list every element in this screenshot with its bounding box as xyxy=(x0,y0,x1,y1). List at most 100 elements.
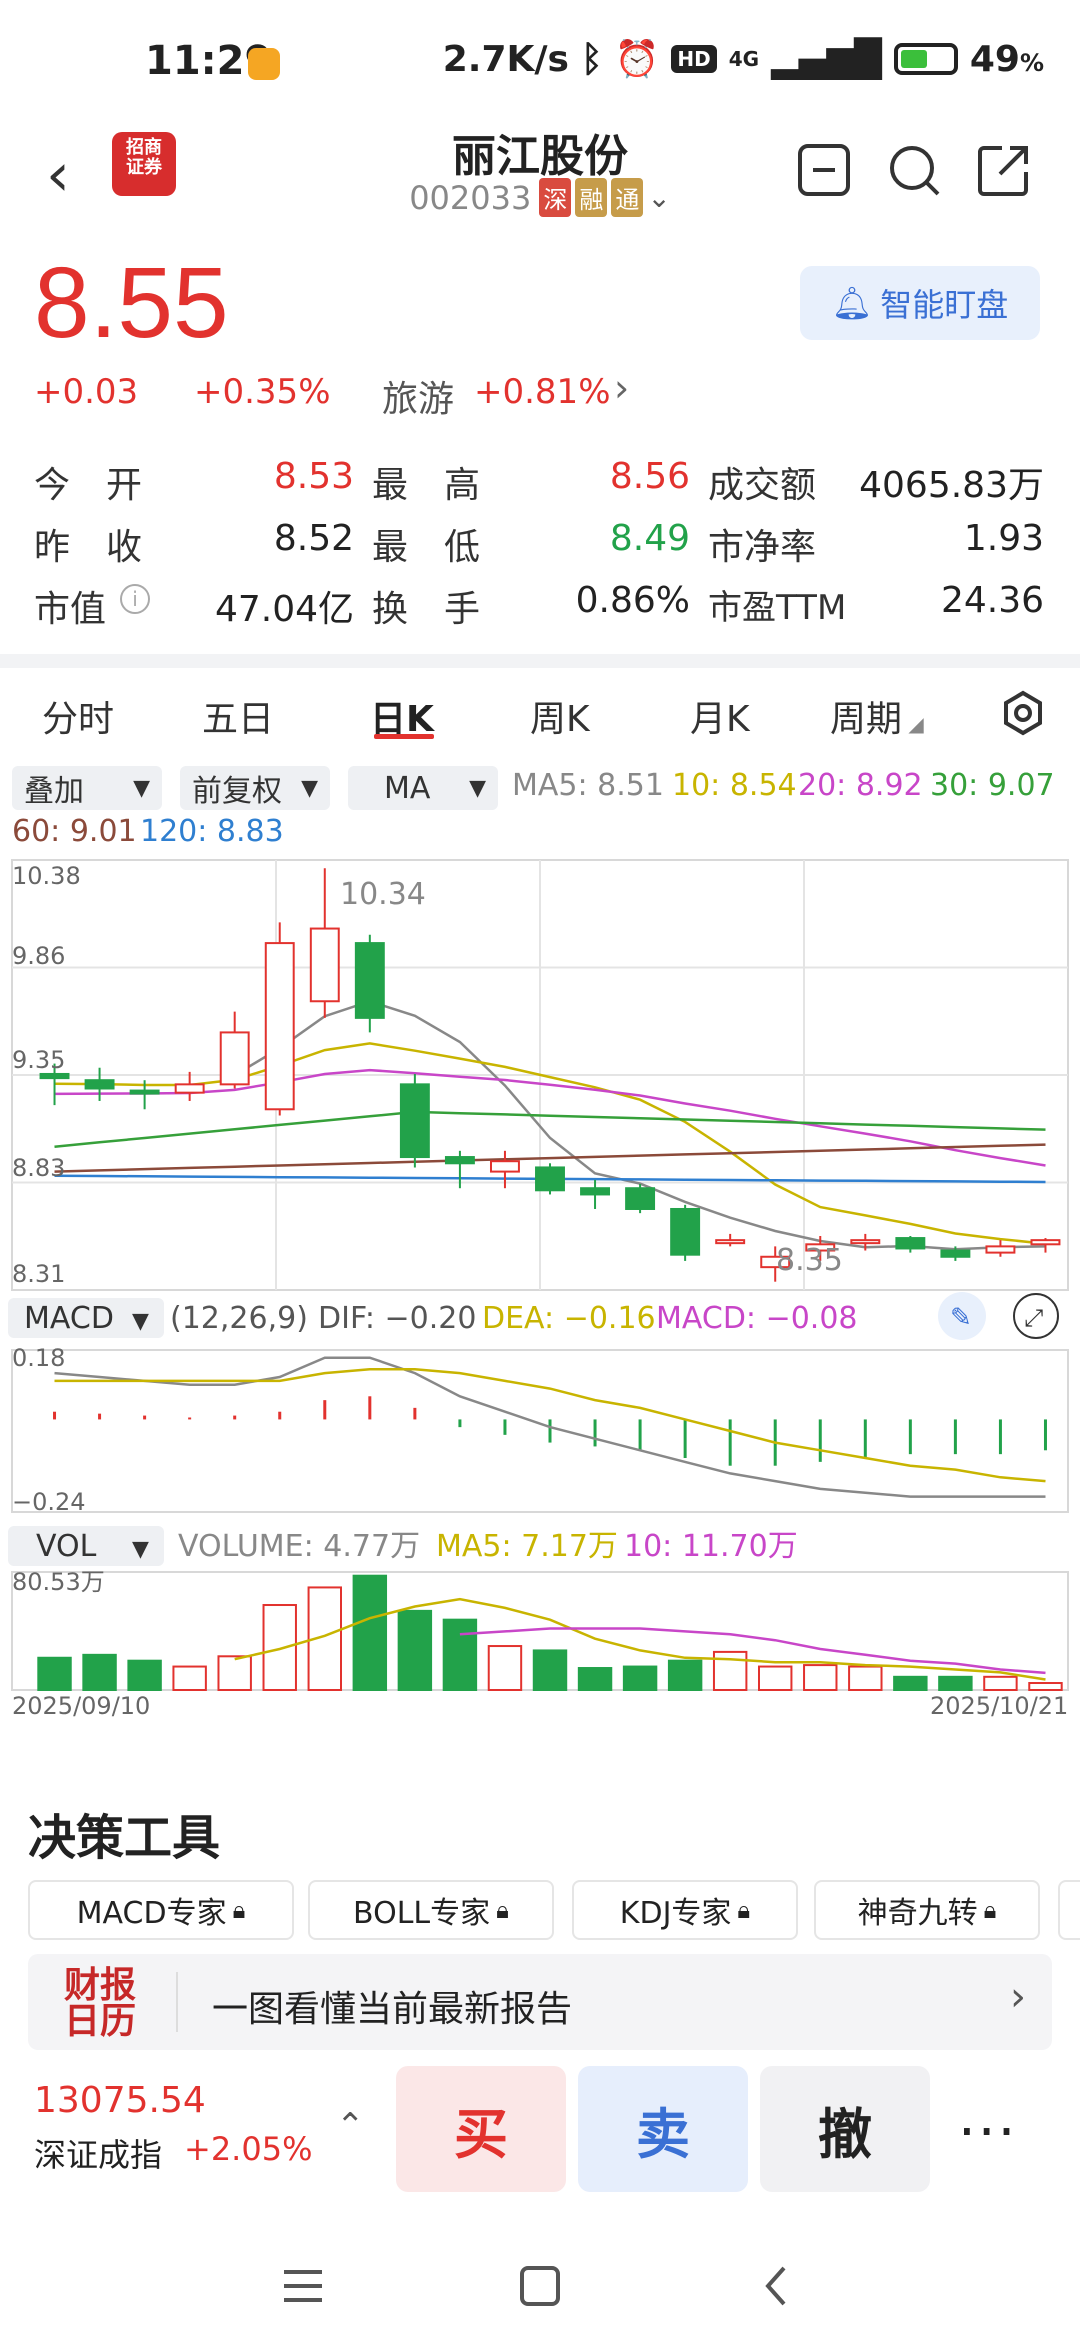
candle-body xyxy=(219,1031,250,1086)
overlay-select[interactable]: 叠加 ▼ xyxy=(12,766,162,810)
smart-watch-button[interactable]: 🔔︎ 智能盯盘 xyxy=(800,266,1040,340)
kline-y-label: 8.31 xyxy=(12,1260,65,1288)
share-icon[interactable] xyxy=(976,142,1032,198)
macd-dea: DEA: −0.16 xyxy=(482,1301,656,1336)
battery-icon xyxy=(893,43,958,75)
price-change: +0.03 xyxy=(34,372,139,412)
index-value[interactable]: 13075.54 xyxy=(34,2080,206,2121)
index-change[interactable]: +2.05% xyxy=(184,2130,312,2168)
vol-y-label: 80.53万 xyxy=(12,1568,105,1596)
nav-back-icon[interactable] xyxy=(765,2266,786,2306)
index-name[interactable]: 深证成指 xyxy=(34,2130,162,2176)
vol-bar xyxy=(848,1665,883,1691)
expand-arrows-icon: ⤢ xyxy=(1024,1304,1043,1332)
price-change-pct: +0.35% xyxy=(194,372,331,412)
search-icon[interactable] xyxy=(886,142,942,198)
ma10-line xyxy=(54,1042,1046,1245)
vol-bar xyxy=(893,1675,928,1692)
stat-value: 8.52 xyxy=(273,518,354,559)
candle-body xyxy=(670,1207,701,1256)
kline-high-label: 10.34 xyxy=(340,877,426,912)
chip-td-nine[interactable]: 神奇九转 🔒︎ xyxy=(814,1880,1040,1940)
signal-icon: ▂▄▆█ xyxy=(771,38,882,80)
pencil-icon: ✎ xyxy=(950,1303,972,1333)
section-divider xyxy=(0,654,1080,668)
macd-params: (12,26,9) xyxy=(170,1301,308,1336)
ma5-value: MA5: 8.51 xyxy=(512,768,664,803)
tab-weekly-k[interactable]: 周K xyxy=(530,690,590,742)
cancel-order-button[interactable]: 撤 xyxy=(760,2066,930,2192)
candle-body xyxy=(715,1239,746,1245)
chip-macd-expert[interactable]: MACD专家 🔒︎ xyxy=(28,1880,294,1940)
buy-button[interactable]: 买 xyxy=(396,2066,566,2192)
vol-select-label: VOL xyxy=(36,1529,97,1564)
tab-monthly-k[interactable]: 月K xyxy=(690,690,750,742)
report-calendar-logo: 财报 日历 xyxy=(64,1965,137,2042)
vol-bar xyxy=(442,1618,478,1691)
more-icon[interactable]: ··· xyxy=(958,2100,1017,2165)
stat-label: 市净率 xyxy=(708,527,817,568)
ma60-value: 60: 9.01 xyxy=(12,814,137,849)
tab-five-day[interactable]: 五日 xyxy=(202,690,274,742)
stat-label: 市值 xyxy=(34,589,107,630)
chevron-right-icon: › xyxy=(1010,1974,1026,2020)
tab-intraday[interactable]: 分时 xyxy=(42,690,114,742)
kline-y-label: 8.83 xyxy=(12,1154,65,1182)
chevron-right-icon[interactable]: › xyxy=(614,366,629,410)
stat-label: 换 手 xyxy=(372,589,481,630)
stat-value: 8.53 xyxy=(273,456,354,497)
candle-body xyxy=(444,1156,475,1165)
vol-bar xyxy=(487,1645,523,1691)
stat-label: 昨 收 xyxy=(34,527,143,568)
date-end-label: 2025/10/21 xyxy=(930,1692,1068,1720)
chip-kdj-expert[interactable]: KDJ专家 🔒︎ xyxy=(572,1880,798,1940)
vol-bar xyxy=(1028,1682,1063,1692)
sector-name[interactable]: 旅游 xyxy=(382,370,454,422)
chevron-up-icon[interactable]: ⌃ xyxy=(336,2106,365,2146)
vol-bar xyxy=(127,1659,162,1692)
adjust-select[interactable]: 前复权 ▼ xyxy=(180,766,330,810)
ma120-value: 120: 8.83 xyxy=(140,814,284,849)
candle-body xyxy=(625,1187,656,1210)
tab-period[interactable]: 周期 ◢ xyxy=(830,690,924,742)
settings-icon[interactable] xyxy=(1000,690,1046,736)
report-banner[interactable]: 财报 日历 一图看懂当前最新报告 › xyxy=(28,1954,1052,2050)
vol-bar xyxy=(82,1653,117,1692)
vol-bar xyxy=(217,1655,252,1692)
home-icon[interactable] xyxy=(520,2266,560,2306)
dif-line xyxy=(54,1356,1046,1498)
kline-chart[interactable]: 10.38 9.86 9.35 8.83 8.31 10.34 8.35 MAC… xyxy=(0,850,1080,1750)
chevron-down-icon: ⌄ xyxy=(647,181,671,214)
vol-bar xyxy=(622,1665,658,1691)
status-right: 2.7K/s ᛒ ⏰ HD 4G ▂▄▆█ 49% xyxy=(443,38,1044,81)
candle-body xyxy=(895,1237,926,1250)
candle-body xyxy=(580,1187,611,1196)
minimize-icon[interactable] xyxy=(796,142,852,198)
banner-text: 一图看懂当前最新报告 xyxy=(212,1989,573,2030)
caret-down-icon: ▼ xyxy=(132,1309,149,1334)
sector-change-pct[interactable]: +0.81% xyxy=(474,372,611,412)
candle-body xyxy=(1030,1239,1061,1246)
stock-code: 002033 xyxy=(409,178,532,217)
banner-divider xyxy=(176,1972,178,2032)
stats-row-3: 市值 i 47.04亿 换 手 0.86% 市盈TTM 24.36 xyxy=(0,580,1080,640)
ma30-value: 30: 9.07 xyxy=(930,768,1055,803)
candle-body xyxy=(489,1160,520,1173)
battery-level: 49% xyxy=(969,38,1044,80)
chart-tabs: 分时 五日 日K 周K 月K 周期 ◢ xyxy=(0,690,1080,750)
tag-tong: 通 xyxy=(611,178,644,217)
chip-boll-expert[interactable]: BOLL专家 🔒︎ xyxy=(308,1880,554,1940)
vol-bar xyxy=(352,1574,388,1692)
ma-select[interactable]: MA ▼ xyxy=(348,766,498,810)
info-icon[interactable]: i xyxy=(120,584,150,614)
tools-title: 决策工具 xyxy=(28,1810,221,1866)
stat-value: 24.36 xyxy=(940,580,1044,621)
stat-label: 成交额 xyxy=(708,465,817,506)
sell-button[interactable]: 卖 xyxy=(578,2066,748,2192)
vol-bar xyxy=(803,1664,838,1691)
candle-body xyxy=(940,1249,971,1258)
menu-icon[interactable] xyxy=(284,2270,322,2302)
hd-icon: HD xyxy=(671,45,717,73)
chip-more[interactable] xyxy=(1058,1880,1080,1940)
stat-value: 4065.83万 xyxy=(859,465,1044,506)
